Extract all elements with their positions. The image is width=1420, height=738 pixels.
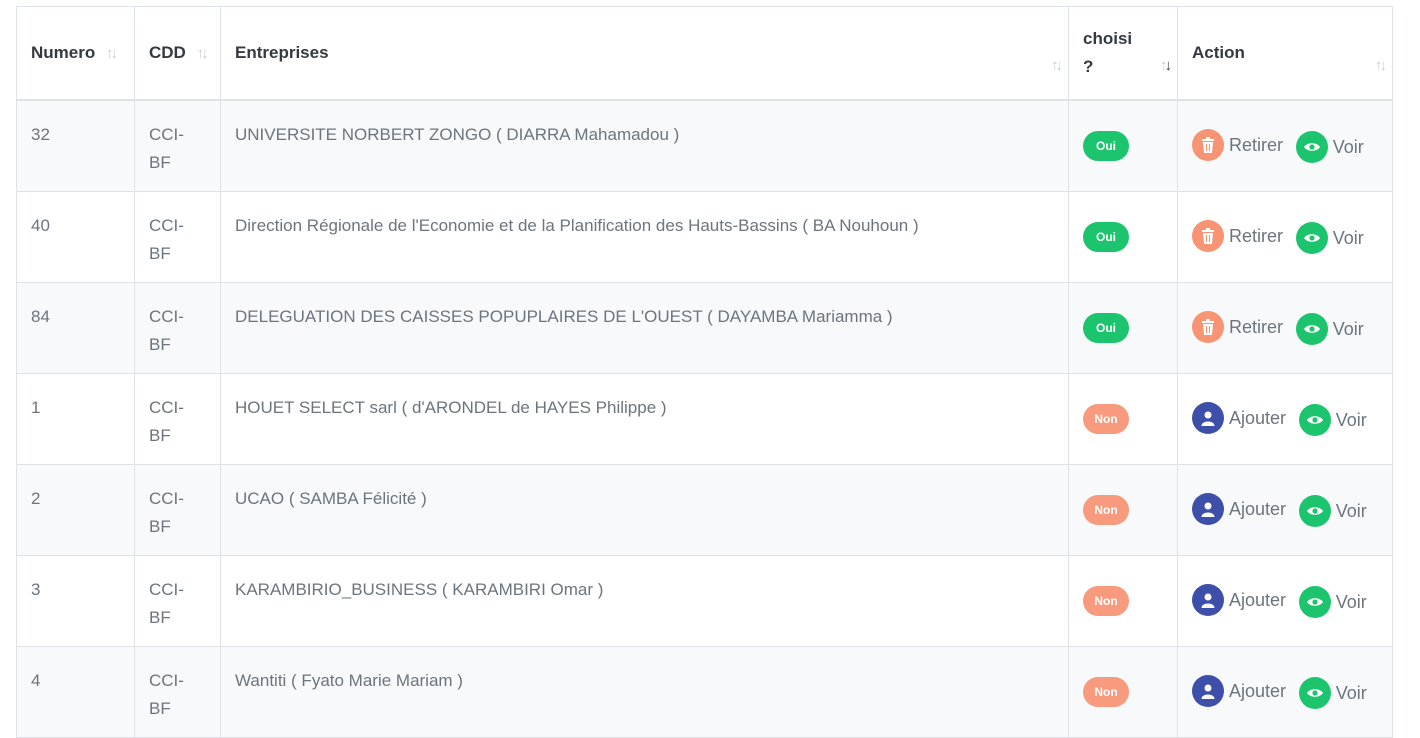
col-header-action[interactable]: Action ↑↓ bbox=[1177, 6, 1393, 101]
eye-icon bbox=[1295, 312, 1328, 345]
voir-button[interactable]: Voir bbox=[1298, 676, 1367, 709]
cell-numero: 32 bbox=[16, 99, 135, 192]
cell-choisi: Oui bbox=[1068, 99, 1178, 192]
cell-action: Ajouter Voir bbox=[1177, 554, 1393, 647]
col-header-label: CDD bbox=[149, 43, 186, 62]
cell-cdd: CCI- BF bbox=[134, 645, 221, 738]
voir-button[interactable]: Voir bbox=[1295, 312, 1364, 345]
user-icon bbox=[1192, 583, 1224, 616]
cell-cdd: CCI- BF bbox=[134, 554, 221, 647]
cell-choisi: Oui bbox=[1068, 281, 1178, 374]
status-badge: Non bbox=[1083, 676, 1129, 707]
col-header-choisi[interactable]: choisi? ↑↓ bbox=[1068, 6, 1178, 101]
sort-icon[interactable]: ↑↓ bbox=[1375, 57, 1387, 74]
col-header-label: choisi? bbox=[1083, 29, 1133, 76]
table-row: 32 CCI- BF UNIVERSITE NORBERT ZONGO ( DIA… bbox=[16, 99, 1393, 192]
col-header-label: Numero bbox=[31, 43, 96, 62]
voir-button[interactable]: Voir bbox=[1298, 585, 1367, 618]
cell-choisi: Oui bbox=[1068, 190, 1178, 283]
cell-action: Ajouter Voir bbox=[1177, 372, 1393, 465]
retirer-button[interactable]: Retirer bbox=[1192, 219, 1283, 252]
cell-action: Retirer Voir bbox=[1177, 99, 1393, 192]
cell-numero: 2 bbox=[16, 463, 135, 556]
cell-entreprise: HOUET SELECT sarl ( d'ARONDEL de HAYES P… bbox=[220, 372, 1069, 465]
cell-cdd: CCI- BF bbox=[134, 281, 221, 374]
status-badge: Non bbox=[1083, 585, 1129, 616]
cell-action: Ajouter Voir bbox=[1177, 463, 1393, 556]
status-badge: Oui bbox=[1083, 130, 1129, 161]
cell-cdd: CCI- BF bbox=[134, 463, 221, 556]
trash-icon bbox=[1192, 219, 1224, 252]
table-header-row: Numero ↑↓ CDD ↑↓ Entreprises ↑↓ choisi? … bbox=[16, 6, 1393, 101]
retirer-button[interactable]: Retirer bbox=[1192, 128, 1283, 161]
entreprises-table: Numero ↑↓ CDD ↑↓ Entreprises ↑↓ choisi? … bbox=[16, 6, 1393, 738]
trash-icon bbox=[1192, 310, 1224, 343]
voir-button[interactable]: Voir bbox=[1295, 130, 1364, 163]
voir-button[interactable]: Voir bbox=[1298, 403, 1367, 436]
col-header-label: Entreprises bbox=[235, 43, 329, 62]
user-icon bbox=[1192, 492, 1224, 525]
eye-icon bbox=[1298, 585, 1331, 618]
cell-choisi: Non bbox=[1068, 372, 1178, 465]
cell-action: Retirer Voir bbox=[1177, 190, 1393, 283]
ajouter-button[interactable]: Ajouter bbox=[1192, 401, 1286, 434]
eye-icon bbox=[1298, 676, 1331, 709]
eye-icon bbox=[1298, 494, 1331, 527]
sort-icon[interactable]: ↑↓ bbox=[1160, 57, 1172, 74]
trash-icon bbox=[1192, 128, 1224, 161]
cell-choisi: Non bbox=[1068, 463, 1178, 556]
cell-entreprise: Wantiti ( Fyato Marie Mariam ) bbox=[220, 645, 1069, 738]
eye-icon bbox=[1298, 403, 1331, 436]
table-row: 40 CCI- BF Direction Régionale de l'Econo… bbox=[16, 190, 1393, 283]
voir-button[interactable]: Voir bbox=[1295, 221, 1364, 254]
table-wrapper: Numero ↑↓ CDD ↑↓ Entreprises ↑↓ choisi? … bbox=[16, 6, 1393, 738]
user-icon bbox=[1192, 401, 1224, 434]
cell-action: Retirer Voir bbox=[1177, 281, 1393, 374]
col-header-label: Action bbox=[1192, 43, 1245, 62]
cell-cdd: CCI- BF bbox=[134, 190, 221, 283]
col-header-cdd[interactable]: CDD ↑↓ bbox=[134, 6, 221, 101]
cell-entreprise: KARAMBIRIO_BUSINESS ( KARAMBIRI Omar ) bbox=[220, 554, 1069, 647]
status-badge: Oui bbox=[1083, 312, 1129, 343]
eye-icon bbox=[1295, 221, 1328, 254]
cell-numero: 84 bbox=[16, 281, 135, 374]
cell-numero: 1 bbox=[16, 372, 135, 465]
sort-icon[interactable]: ↑↓ bbox=[106, 45, 118, 62]
cell-cdd: CCI- BF bbox=[134, 372, 221, 465]
cell-cdd: CCI- BF bbox=[134, 99, 221, 192]
cell-entreprise: UNIVERSITE NORBERT ZONGO ( DIARRA Mahama… bbox=[220, 99, 1069, 192]
sort-icon[interactable]: ↑↓ bbox=[1051, 57, 1063, 74]
cell-numero: 40 bbox=[16, 190, 135, 283]
status-badge: Oui bbox=[1083, 221, 1129, 252]
table-row: 2 CCI- BF UCAO ( SAMBA Félicité ) Non Ajo… bbox=[16, 463, 1393, 556]
cell-choisi: Non bbox=[1068, 554, 1178, 647]
table-row: 84 CCI- BF DELEGUATION DES CAISSES POPUPL… bbox=[16, 281, 1393, 374]
cell-entreprise: Direction Régionale de l'Economie et de … bbox=[220, 190, 1069, 283]
cell-numero: 4 bbox=[16, 645, 135, 738]
retirer-button[interactable]: Retirer bbox=[1192, 310, 1283, 343]
table-row: 4 CCI- BF Wantiti ( Fyato Marie Mariam ) … bbox=[16, 645, 1393, 738]
table-row: 1 CCI- BF HOUET SELECT sarl ( d'ARONDEL d… bbox=[16, 372, 1393, 465]
cell-choisi: Non bbox=[1068, 645, 1178, 738]
status-badge: Non bbox=[1083, 494, 1129, 525]
col-header-numero[interactable]: Numero ↑↓ bbox=[16, 6, 135, 101]
ajouter-button[interactable]: Ajouter bbox=[1192, 583, 1286, 616]
status-badge: Non bbox=[1083, 403, 1129, 434]
cell-entreprise: UCAO ( SAMBA Félicité ) bbox=[220, 463, 1069, 556]
voir-button[interactable]: Voir bbox=[1298, 494, 1367, 527]
user-icon bbox=[1192, 674, 1224, 707]
ajouter-button[interactable]: Ajouter bbox=[1192, 674, 1286, 707]
col-header-entreprises[interactable]: Entreprises ↑↓ bbox=[220, 6, 1069, 101]
ajouter-button[interactable]: Ajouter bbox=[1192, 492, 1286, 525]
table-row: 3 CCI- BF KARAMBIRIO_BUSINESS ( KARAMBIRI… bbox=[16, 554, 1393, 647]
eye-icon bbox=[1295, 130, 1328, 163]
cell-action: Ajouter Voir bbox=[1177, 645, 1393, 738]
sort-icon[interactable]: ↑↓ bbox=[197, 45, 209, 62]
cell-entreprise: DELEGUATION DES CAISSES POPUPLAIRES DE L… bbox=[220, 281, 1069, 374]
cell-numero: 3 bbox=[16, 554, 135, 647]
